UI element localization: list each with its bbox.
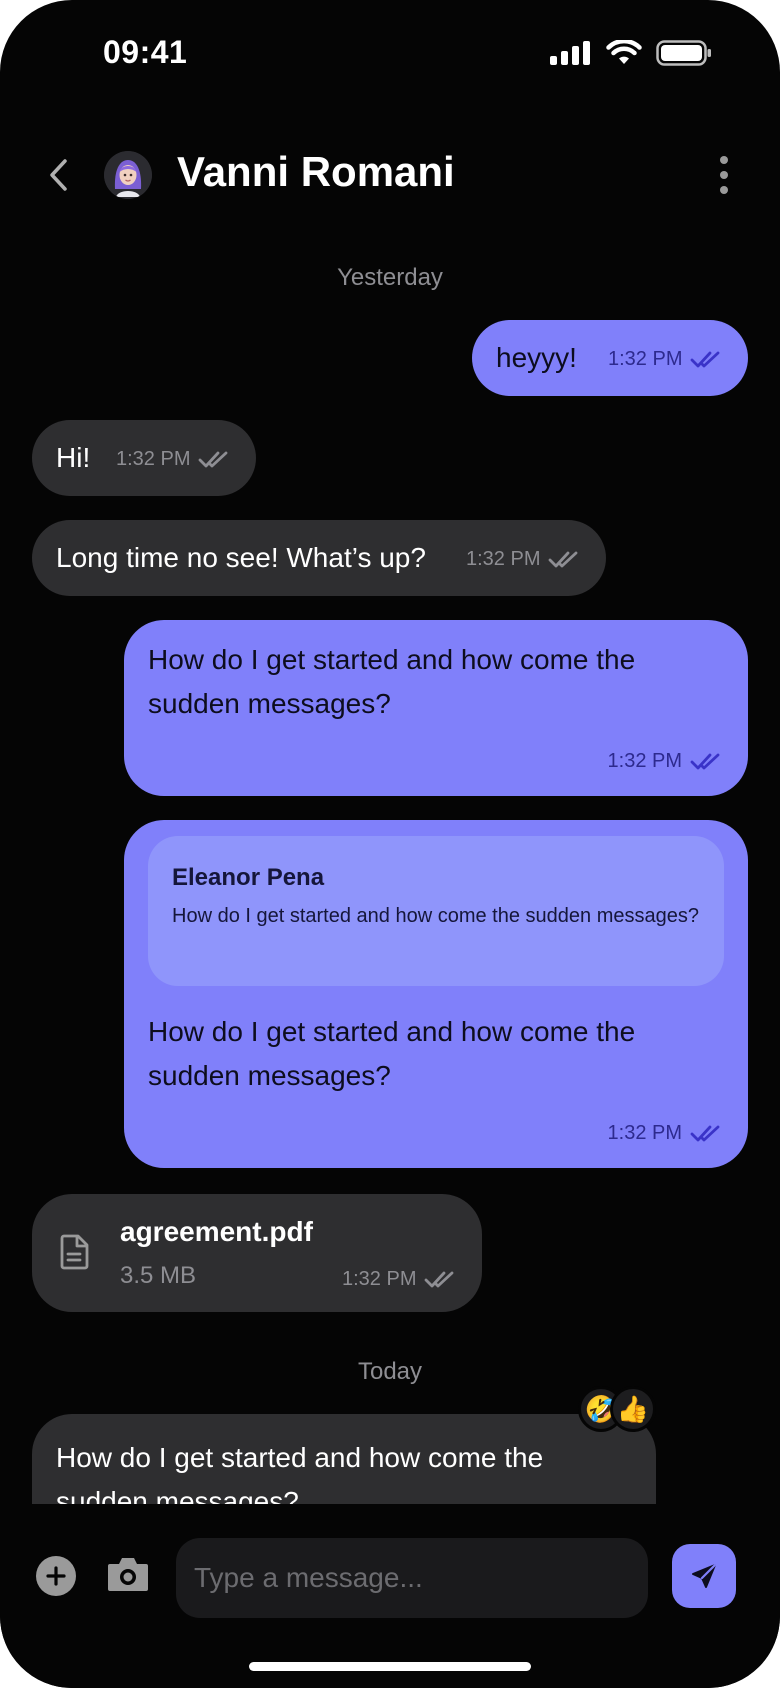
reply-quote-text: How do I get started and how come the su… <box>172 905 699 927</box>
home-indicator[interactable] <box>249 1662 531 1671</box>
wifi-icon <box>606 40 642 64</box>
status-time: 09:41 <box>103 34 188 70</box>
message-text: How do I get started and how come the su… <box>148 644 636 719</box>
double-check-icon <box>549 551 578 567</box>
double-check-icon <box>199 451 228 467</box>
avatar-memoji-icon <box>104 151 152 199</box>
message-meta: 1:32 PM <box>342 1268 456 1291</box>
document-icon <box>60 1234 89 1270</box>
camera-button[interactable] <box>106 1554 150 1598</box>
double-check-icon <box>690 1125 720 1141</box>
reply-quote-author: Eleanor Pena <box>172 864 325 891</box>
message-text: How do I get started and how come the su… <box>148 1016 636 1091</box>
message-bubble-incoming[interactable]: Hi! 1:32 PM <box>32 420 256 496</box>
message-meta: 1:32 PM <box>116 448 230 471</box>
message-time: 1:32 PM <box>342 1268 417 1290</box>
message-bubble-incoming[interactable]: Long time no see! What’s up? 1:32 PM <box>32 520 606 596</box>
message-input[interactable] <box>176 1538 648 1618</box>
message-time: 1:32 PM <box>607 1122 682 1144</box>
status-icons <box>550 40 712 66</box>
day-separator-yesterday: Yesterday <box>337 264 443 291</box>
back-arrow-icon <box>50 159 67 191</box>
message-meta: 1:32 PM <box>466 548 580 571</box>
message-bubble-outgoing-reply[interactable]: Eleanor Pena How do I get started and ho… <box>124 820 748 1168</box>
message-time: 1:32 PM <box>116 448 191 470</box>
add-icon <box>46 1566 66 1586</box>
message-time: 1:32 PM <box>608 348 683 370</box>
message-reactions[interactable]: 🤣 👍 <box>578 1386 658 1432</box>
file-size: 3.5 MB <box>120 1262 197 1289</box>
reaction-thumbs-up[interactable]: 👍 <box>610 1386 656 1432</box>
file-attachment-bubble[interactable]: agreement.pdf 3.5 MB 1:32 PM <box>32 1194 482 1312</box>
battery-icon <box>656 40 711 66</box>
message-meta: 1:32 PM <box>608 1122 722 1145</box>
message-list-clip: How do I get started and how come the su… <box>0 1404 780 1504</box>
double-check-icon <box>425 1271 454 1287</box>
more-vertical-icon <box>720 156 728 164</box>
message-text: Long time no see! What’s up? <box>56 542 426 573</box>
signal-icon <box>550 41 590 65</box>
message-bubble-outgoing[interactable]: heyyy! 1:32 PM <box>472 320 748 396</box>
message-meta: 1:32 PM <box>608 348 722 371</box>
camera-icon <box>108 1558 148 1591</box>
message-text: heyyy! <box>496 342 577 373</box>
composer-bar <box>0 1504 780 1688</box>
message-bubble-incoming[interactable]: How do I get started and how come the su… <box>32 1414 656 1504</box>
contact-name[interactable]: Vanni Romani <box>177 148 455 196</box>
message-time: 1:32 PM <box>607 750 682 772</box>
message-text: How do I get started and how come the su… <box>56 1442 544 1504</box>
back-button[interactable] <box>38 150 78 200</box>
double-check-icon <box>691 351 720 367</box>
send-icon <box>692 1563 717 1588</box>
message-meta: 1:32 PM <box>608 750 722 773</box>
avatar[interactable] <box>104 151 152 199</box>
message-time: 1:32 PM <box>466 548 541 570</box>
double-check-icon <box>690 753 720 769</box>
file-name: agreement.pdf <box>120 1216 313 1247</box>
phone-screen: 09:41 Vanni Romani Yesterday heyyy! 1:32… <box>0 0 780 1688</box>
more-options-button[interactable] <box>704 150 744 200</box>
reply-quote[interactable]: Eleanor Pena How do I get started and ho… <box>148 836 724 986</box>
send-button[interactable] <box>672 1544 736 1608</box>
add-attachment-button[interactable] <box>36 1556 76 1596</box>
day-separator-today: Today <box>357 1358 423 1385</box>
message-bubble-outgoing[interactable]: How do I get started and how come the su… <box>124 620 748 796</box>
message-text: Hi! <box>56 442 91 473</box>
